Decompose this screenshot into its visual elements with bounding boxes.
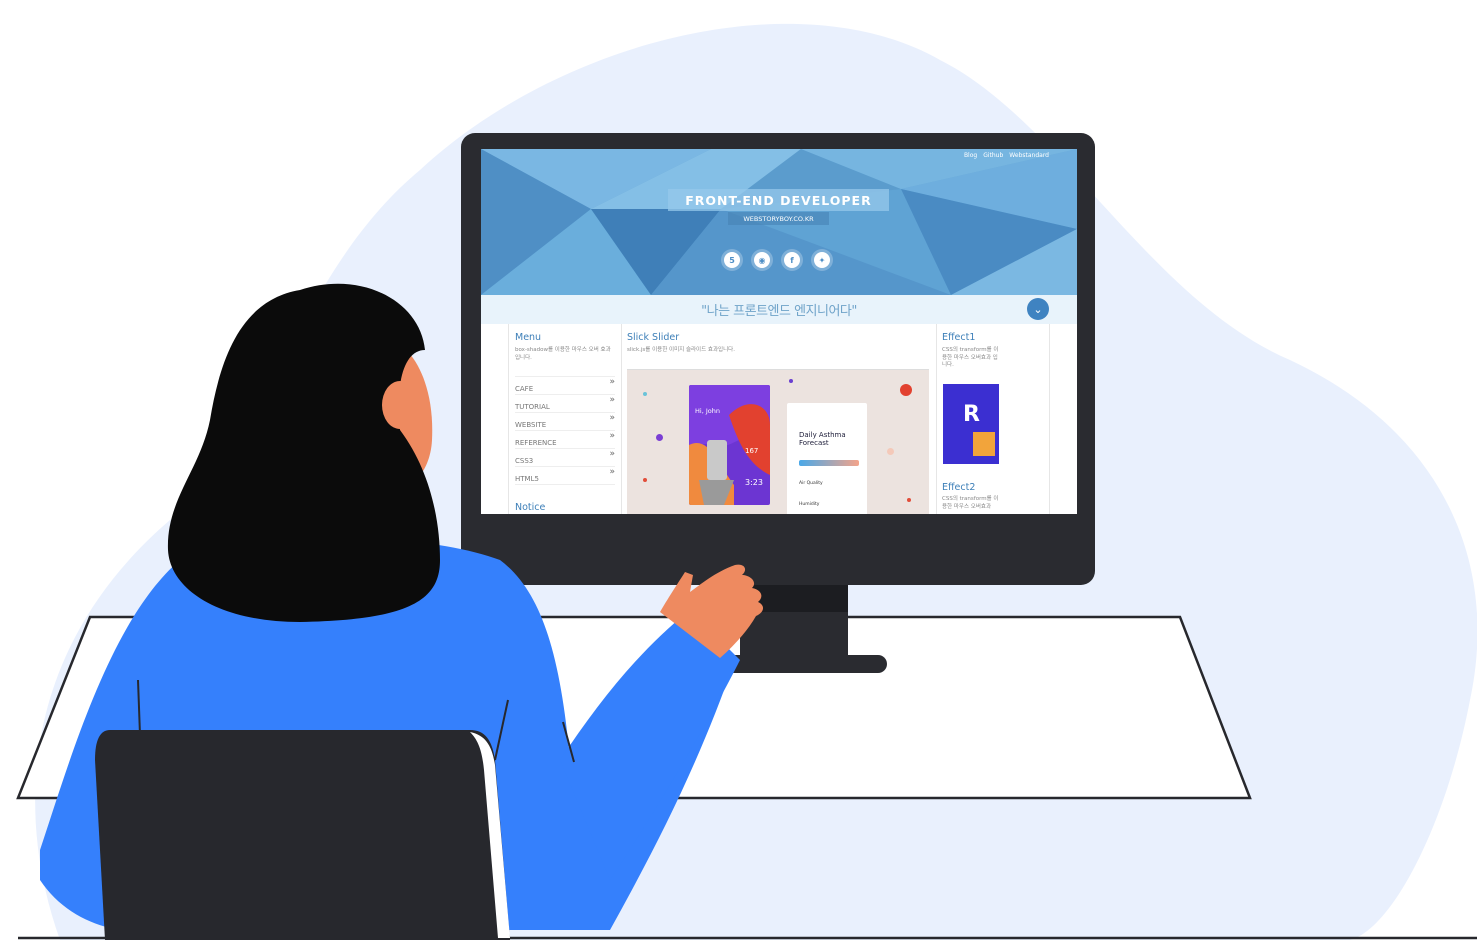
link-webstandard[interactable]: Webstandard [1009,152,1049,159]
card-greeting: Hi, John [695,407,720,415]
monitor-screen: Blog Github Webstandard FRONT-END DEVELO… [481,149,1077,514]
double-chevron-icon: » [609,395,615,405]
effect-column: Effect1 CSS의 transform를 이용한 마우스 오버효과 입니다… [936,324,1050,514]
slide-card-forecast: Daily Asthma Forecast Air Quality Humidi… [787,403,867,514]
decor-dot [656,434,663,441]
forecast-row-1: Air Quality [799,481,823,486]
forecast-title: Daily Asthma Forecast [799,431,846,447]
menu-item-label: CSS3 [515,457,534,465]
effect2-title: Effect2 [942,482,976,493]
card-art [689,385,770,505]
menu-item-cafe[interactable]: CAFE » [515,377,615,395]
menu-list: CAFE » TUTORIAL » WEBSITE » REFERENCE » CSS3… [515,376,615,485]
slide-card-app: Hi, John 167 3:23 [689,385,770,505]
slider-column: Slick Slider slick.js를 이용한 이미지 슬라이드 효과입니… [621,324,937,514]
decor-dot [789,379,793,383]
menu-title: Menu [515,332,542,343]
html5-icon[interactable]: 5 [721,249,743,271]
decor-dot [900,384,912,396]
menu-item-tutorial[interactable]: TUTORIAL » [515,395,615,413]
menu-item-website[interactable]: WEBSITE » [515,413,615,431]
effect-shape [973,432,995,456]
ear [382,381,418,429]
quote-text: "나는 프론트엔드 엔지니어다" [701,304,857,319]
effect1-image[interactable]: R [943,384,999,464]
chair-back [95,730,510,940]
decor-dot [887,448,894,455]
link-blog[interactable]: Blog [964,152,977,159]
decor-dot [643,478,647,482]
effect1-title: Effect1 [942,332,976,343]
double-chevron-icon: » [609,413,615,423]
twitter-icon[interactable]: ✦ [811,249,833,271]
double-chevron-icon: » [609,431,615,441]
slider-title: Slick Slider [627,332,680,343]
image-slider[interactable]: Hi, John 167 3:23 Daily Asthma Forecast … [627,369,929,514]
hair [167,283,440,622]
link-github[interactable]: Github [983,152,1003,159]
card-value-1: 167 [745,447,759,455]
menu-item-label: CAFE [515,385,534,393]
double-chevron-icon: » [609,467,615,477]
chevron-down-icon[interactable]: ⌄ [1027,298,1049,320]
menu-item-label: WEBSITE [515,421,547,429]
double-chevron-icon: » [609,449,615,459]
effect1-badge: R [963,402,980,427]
github-icon[interactable]: ◉ [751,249,773,271]
decor-dot [907,498,911,502]
card-value-2: 3:23 [745,478,763,487]
menu-item-html5[interactable]: HTML5 » [515,467,615,485]
menu-item-label: HTML5 [515,475,539,483]
effect1-description: CSS의 transform를 이용한 마우스 오버효과 입니다. [942,347,999,368]
menu-description: box-shadow를 이용한 마우스 오버 효과입니다. [515,347,611,361]
menu-item-label: REFERENCE [515,439,557,447]
double-chevron-icon: » [609,377,615,387]
notice-title: Notice [515,502,546,513]
menu-item-label: TUTORIAL [515,403,550,411]
effect2-description: CSS의 transform를 이용한 마우스 오버효과 [942,496,999,510]
social-icons: 5 ◉ f ✦ [721,249,833,271]
menu-item-css3[interactable]: CSS3 » [515,449,615,467]
menu-item-reference[interactable]: REFERENCE » [515,431,615,449]
forecast-row-2: Humidity [799,502,820,507]
website-banner: Blog Github Webstandard FRONT-END DEVELO… [481,149,1077,295]
forecast-bar [799,460,859,466]
site-title: FRONT-END DEVELOPER [668,189,889,211]
site-subtitle: WEBSTORYBOY.CO.KR [728,212,829,225]
decor-dot [643,392,647,396]
menu-column: Menu box-shadow를 이용한 마우스 오버 효과입니다. CAFE »… [508,324,622,514]
top-links: Blog Github Webstandard [964,152,1049,159]
slider-description: slick.js를 이용한 이미지 슬라이드 효과입니다. [627,347,735,353]
facebook-icon[interactable]: f [781,249,803,271]
